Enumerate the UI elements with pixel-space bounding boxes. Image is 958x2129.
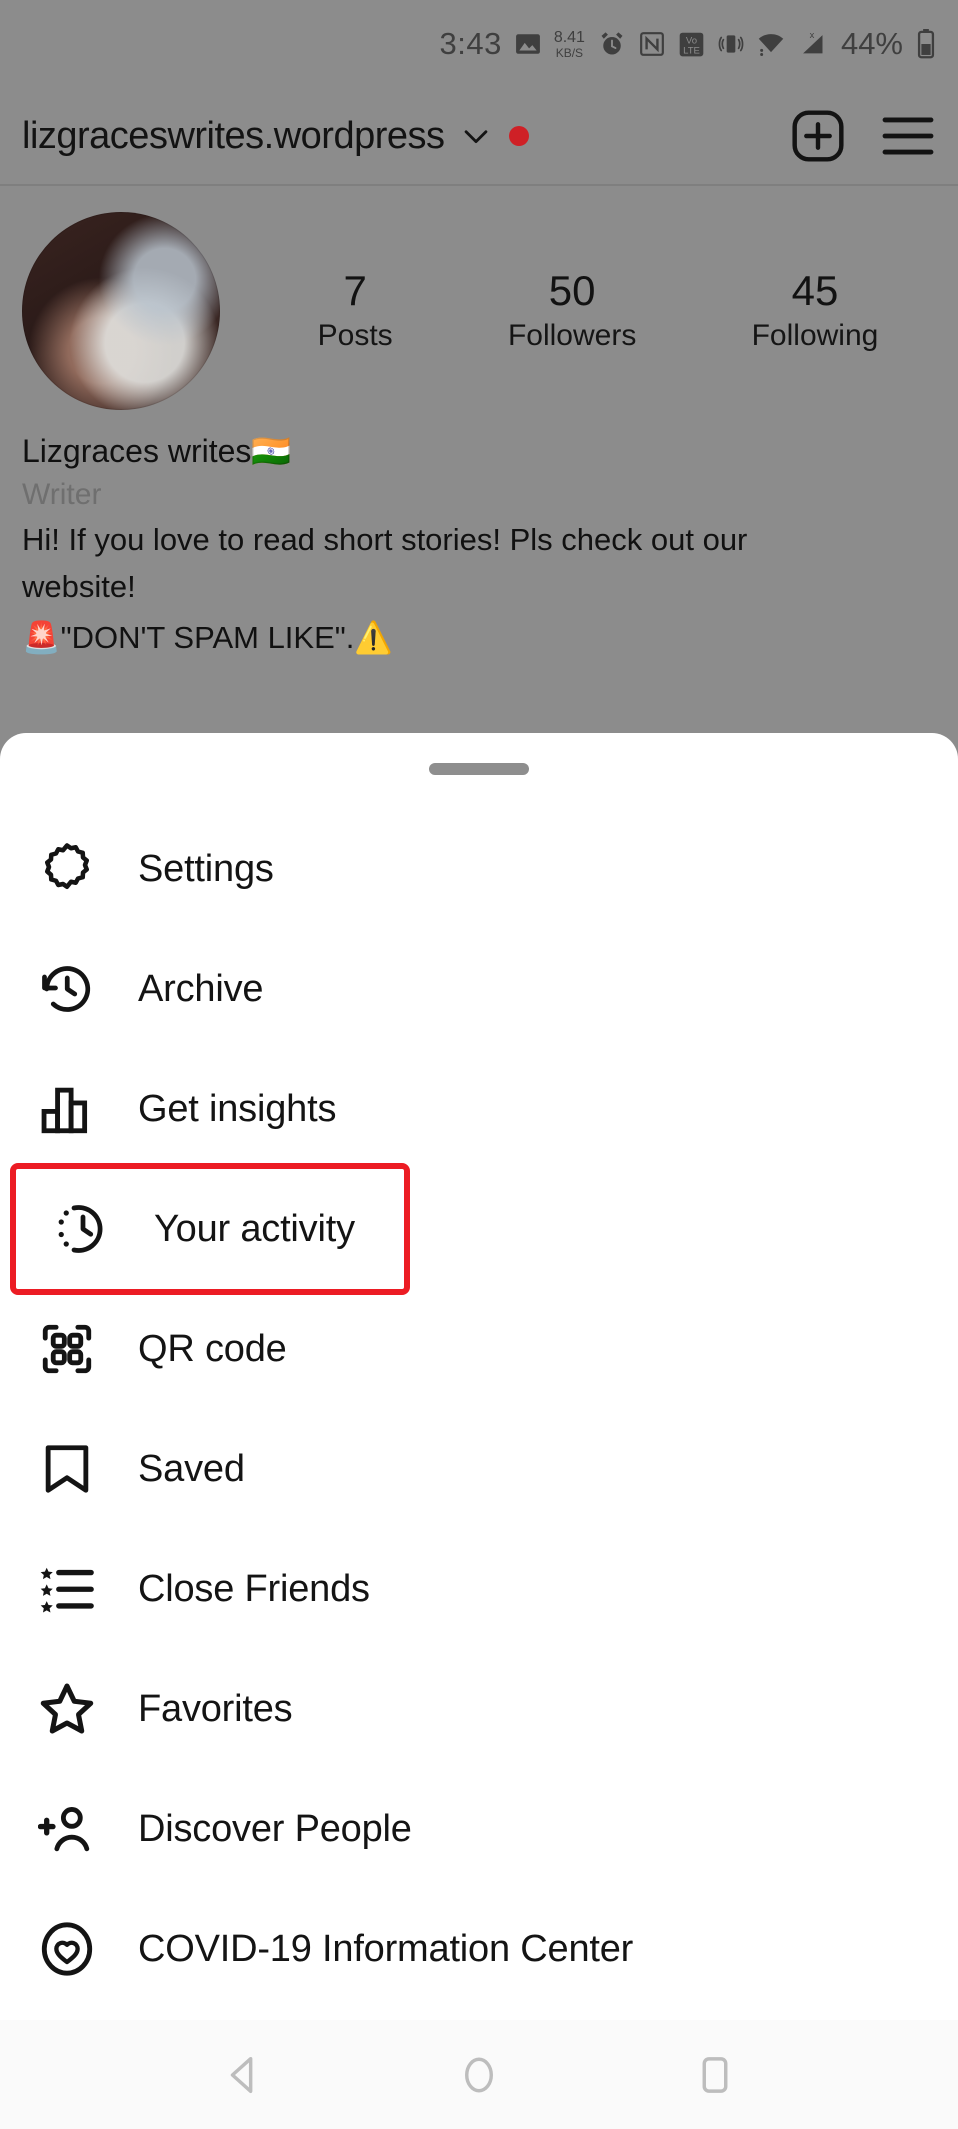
profile-header: lizgraceswrites.wordpress <box>0 88 958 184</box>
stat-followers[interactable]: 50 Followers <box>507 266 637 353</box>
menu-item-label: COVID-19 Information Center <box>138 1927 634 1970</box>
android-navigation-bar <box>0 2020 958 2129</box>
drag-handle[interactable] <box>429 763 529 775</box>
qr-code-icon <box>34 1316 100 1382</box>
menu-item-covid-information-center[interactable]: COVID-19 Information Center <box>0 1889 958 2009</box>
stat-followers-label: Followers <box>507 319 637 353</box>
stat-following[interactable]: 45 Following <box>751 266 879 353</box>
battery-percent-label: 44% <box>840 26 903 61</box>
menu-item-settings[interactable]: Settings <box>0 809 958 929</box>
menu-item-discover-people[interactable]: Discover People <box>0 1769 958 1889</box>
profile-category: Writer <box>22 478 102 511</box>
home-circle-icon[interactable] <box>456 2052 502 2098</box>
menu-item-your-activity[interactable]: Your activity <box>10 1163 410 1295</box>
stat-posts-label: Posts <box>317 319 393 353</box>
menu-item-label: Archive <box>138 967 264 1010</box>
chevron-down-icon[interactable] <box>459 119 493 153</box>
bottom-sheet-menu: Settings Archive Get insights Your activ… <box>0 733 958 2020</box>
vibrate-icon <box>718 31 744 57</box>
star-list-icon <box>34 1556 100 1622</box>
menu-item-favorites[interactable]: Favorites <box>0 1649 958 1769</box>
back-triangle-icon[interactable] <box>220 2052 266 2098</box>
menu-item-get-insights[interactable]: Get insights <box>0 1049 958 1169</box>
activity-clock-icon <box>50 1196 116 1262</box>
profile-display-name: Lizgraces writes🇮🇳 <box>22 433 292 469</box>
profile-bio-line-1: Hi! If you love to read short stories! P… <box>22 522 748 557</box>
stat-following-value: 45 <box>791 266 839 314</box>
menu-item-archive[interactable]: Archive <box>0 929 958 1049</box>
menu-list: Settings Archive Get insights Your activ… <box>0 809 958 2009</box>
recents-square-icon[interactable] <box>692 2052 738 2098</box>
menu-item-label: Close Friends <box>138 1567 370 1610</box>
profile-bio: Lizgraces writes🇮🇳 Writer Hi! If you lov… <box>0 410 958 656</box>
profile-bio-line-2: website! <box>22 569 136 605</box>
menu-item-saved[interactable]: Saved <box>0 1409 958 1529</box>
add-post-icon[interactable] <box>790 108 846 164</box>
signal-no-sim-icon: x <box>798 30 826 58</box>
profile-bio-line-3: 🚨"DON'T SPAM LIKE".⚠️ <box>22 619 393 655</box>
menu-item-label: Your activity <box>154 1207 355 1250</box>
status-bar-clock: 3:43 <box>439 26 502 61</box>
nfc-icon <box>639 31 665 57</box>
wifi-icon <box>757 30 785 58</box>
stat-followers-value: 50 <box>548 266 596 314</box>
profile-stats-row: 7 Posts 50 Followers 45 Following <box>0 186 958 410</box>
menu-item-qr-code[interactable]: QR code <box>0 1289 958 1409</box>
menu-item-label: Settings <box>138 847 274 890</box>
svg-text:x: x <box>810 30 815 40</box>
network-speed-value: 8.41 <box>553 28 585 46</box>
stat-posts-value: 7 <box>343 266 367 314</box>
add-person-icon <box>34 1796 100 1862</box>
unread-status-dot <box>508 126 529 146</box>
menu-item-label: Discover People <box>138 1807 412 1850</box>
menu-item-label: QR code <box>138 1327 287 1370</box>
bar-chart-icon <box>34 1076 100 1142</box>
profile-body: 7 Posts 50 Followers 45 Following Lizgra… <box>0 186 958 656</box>
stat-following-label: Following <box>751 319 879 353</box>
status-bar: 3:43 8.41 KB/S Vo LTE x 44% <box>0 0 958 88</box>
battery-icon <box>916 29 936 59</box>
network-speed-unit: KB/S <box>555 45 584 60</box>
covid-heart-icon <box>34 1916 100 1982</box>
svg-text:LTE: LTE <box>683 45 700 56</box>
account-username[interactable]: lizgraceswrites.wordpress <box>22 115 445 158</box>
alarm-clock-icon <box>598 30 626 58</box>
menu-item-label: Saved <box>138 1447 245 1490</box>
menu-item-label: Favorites <box>138 1687 293 1730</box>
network-speed-indicator: 8.41 KB/S <box>553 28 585 60</box>
star-icon <box>34 1676 100 1742</box>
image-icon <box>515 31 541 57</box>
volte-icon: Vo LTE <box>678 31 705 58</box>
stat-posts[interactable]: 7 Posts <box>317 266 393 353</box>
gear-icon <box>34 836 100 902</box>
menu-item-close-friends[interactable]: Close Friends <box>0 1529 958 1649</box>
hamburger-menu-icon[interactable] <box>880 113 936 159</box>
bookmark-icon <box>34 1436 100 1502</box>
avatar[interactable] <box>22 212 220 410</box>
menu-item-label: Get insights <box>138 1087 337 1130</box>
archive-clock-icon <box>34 956 100 1022</box>
stats-group: 7 Posts 50 Followers 45 Following <box>220 266 936 353</box>
